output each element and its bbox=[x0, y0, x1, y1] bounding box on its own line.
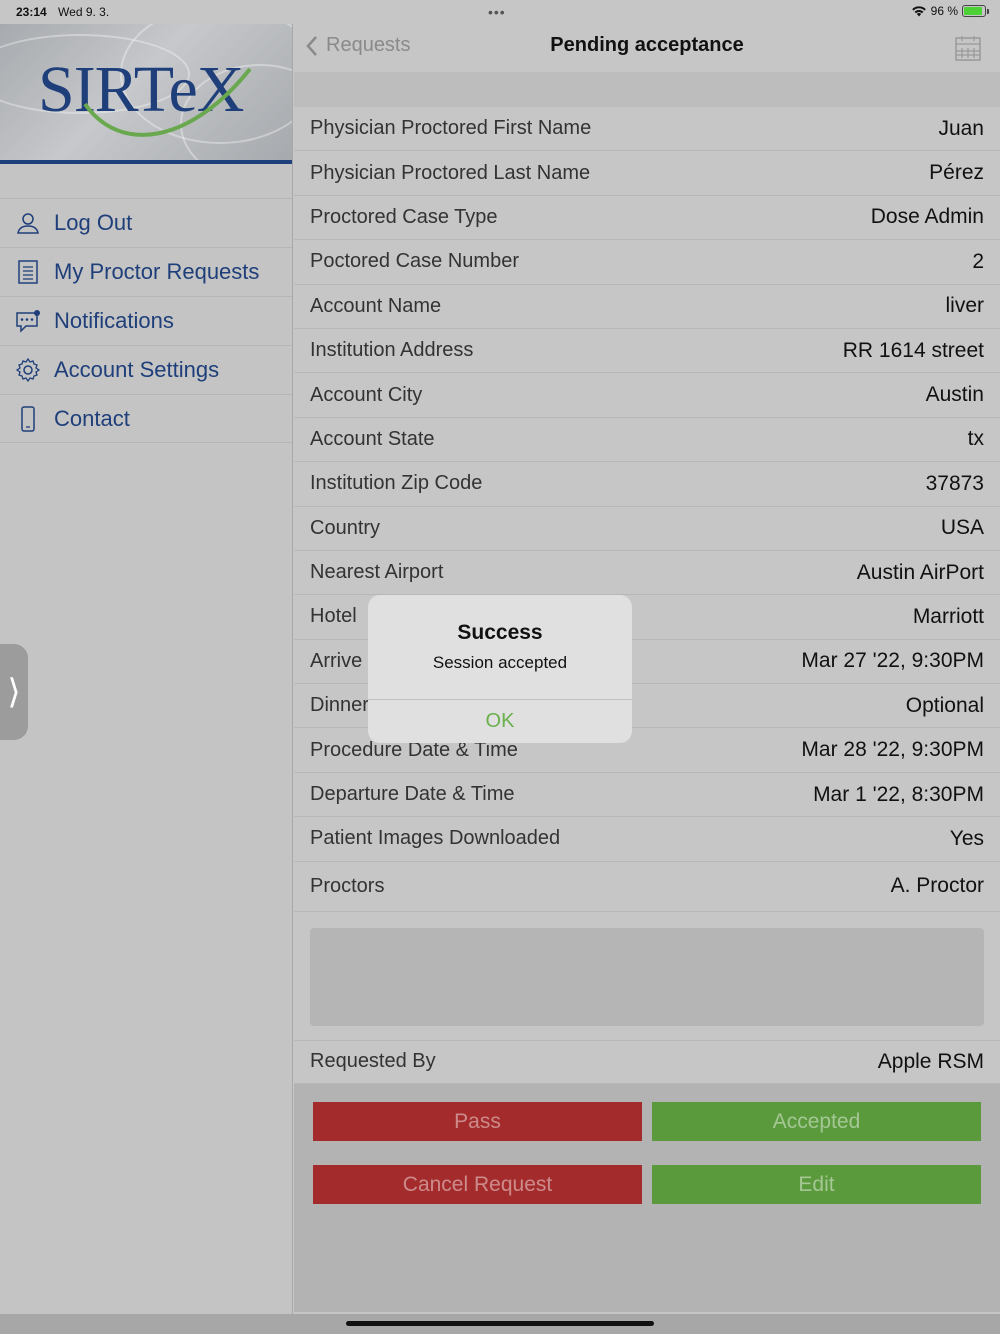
sidebar: SIRTeX Log Out My Proctor Requests Notif… bbox=[0, 24, 293, 1314]
sidebar-toggle-handle[interactable]: ⟩ bbox=[0, 644, 28, 740]
detail-row: Patient Images Downloaded Yes bbox=[294, 817, 1000, 862]
cancel-request-button[interactable]: Cancel Request bbox=[313, 1165, 642, 1205]
detail-value: tx bbox=[967, 427, 984, 451]
chevron-right-icon: ⟩ bbox=[7, 673, 21, 711]
detail-row: Account Name liver bbox=[294, 285, 1000, 329]
sidebar-item-label: My Proctor Requests bbox=[54, 259, 260, 284]
detail-value: Marriott bbox=[912, 604, 984, 628]
detail-row: Poctored Case Number 2 bbox=[294, 240, 1000, 285]
sidebar-item-label: Account Settings bbox=[54, 357, 220, 382]
chat-bubble-icon bbox=[14, 307, 42, 335]
sidebar-item-contact[interactable]: Contact bbox=[0, 394, 292, 443]
detail-label: Poctored Case Number bbox=[310, 250, 519, 273]
alert-message: Session accepted bbox=[432, 653, 568, 672]
gear-icon bbox=[14, 356, 42, 384]
detail-value: Mar 1 '22, 8:30PM bbox=[813, 782, 984, 806]
detail-label: Arrive bbox=[310, 649, 363, 672]
detail-value: 37873 bbox=[925, 471, 984, 495]
detail-label: Country bbox=[310, 516, 381, 539]
edit-button[interactable]: Edit bbox=[652, 1165, 981, 1205]
detail-row: Physician Proctored First Name Juan bbox=[294, 107, 1000, 152]
sidebar-item-label: Contact bbox=[54, 405, 130, 431]
action-buttons: Pass Accepted Cancel Request Edit bbox=[294, 1084, 1000, 1313]
detail-row: Proctors A. Proctor bbox=[294, 862, 1000, 912]
detail-row: Country USA bbox=[294, 507, 1000, 551]
home-indicator[interactable] bbox=[346, 1321, 654, 1326]
calendar-button[interactable] bbox=[954, 34, 982, 67]
detail-label: Institution Address bbox=[310, 339, 474, 362]
sidebar-item-label: Notifications bbox=[54, 308, 174, 333]
detail-label: Departure Date & Time bbox=[310, 783, 515, 806]
status-bar-left: 23:14 Wed 9. 3. bbox=[16, 5, 109, 19]
navigation-bar: Requests Pending acceptance bbox=[294, 24, 1000, 72]
section-header bbox=[294, 72, 1000, 107]
detail-label: Hotel bbox=[310, 605, 357, 628]
detail-value: Mar 27 '22, 9:30PM bbox=[801, 649, 984, 673]
detail-value: Austin AirPort bbox=[856, 560, 984, 584]
requested-by-label: Requested By bbox=[310, 1050, 436, 1073]
sidebar-item-notifications[interactable]: Notifications bbox=[0, 296, 292, 345]
wifi-icon bbox=[911, 6, 926, 17]
sidebar-item-account-settings[interactable]: Account Settings bbox=[0, 345, 292, 394]
detail-label: Dinner bbox=[310, 694, 369, 717]
notes-box[interactable] bbox=[310, 927, 984, 1026]
detail-label: Institution Zip Code bbox=[310, 472, 483, 495]
sidebar-item-my-proctor-requests[interactable]: My Proctor Requests bbox=[0, 247, 292, 296]
detail-row: Proctored Case Type Dose Admin bbox=[294, 196, 1000, 241]
detail-row: Institution Zip Code 37873 bbox=[294, 462, 1000, 507]
detail-label: Proctored Case Type bbox=[310, 205, 498, 228]
detail-value: Dose Admin bbox=[870, 205, 984, 229]
battery-icon bbox=[962, 5, 989, 17]
alert-ok-button[interactable]: OK bbox=[368, 699, 632, 743]
sidebar-item-label: Log Out bbox=[54, 210, 133, 235]
detail-value: Austin bbox=[925, 383, 984, 407]
details-list: Physician Proctored First Name Juan Physi… bbox=[294, 107, 1000, 912]
calendar-icon bbox=[955, 36, 981, 61]
battery-percent: 96 % bbox=[930, 4, 958, 18]
detail-row: Account State tx bbox=[294, 418, 1000, 463]
detail-row: Physician Proctored Last Name Pérez bbox=[294, 151, 1000, 196]
list-icon bbox=[14, 258, 42, 286]
detail-value: RR 1614 street bbox=[842, 338, 984, 362]
detail-value: Juan bbox=[938, 116, 984, 140]
detail-value: liver bbox=[945, 294, 984, 318]
sidebar-item-log-out[interactable]: Log Out bbox=[0, 198, 292, 247]
detail-label: Account State bbox=[310, 427, 435, 450]
detail-row: Nearest Airport Austin AirPort bbox=[294, 551, 1000, 596]
success-alert: Success Session accepted OK bbox=[368, 595, 632, 743]
detail-label: Proctors bbox=[310, 874, 385, 897]
sidebar-menu: Log Out My Proctor Requests Notification… bbox=[0, 198, 292, 443]
alert-title: Success bbox=[457, 621, 543, 644]
phone-icon bbox=[14, 405, 42, 433]
detail-label: Nearest Airport bbox=[310, 561, 444, 584]
detail-value: Yes bbox=[949, 826, 984, 850]
detail-label: Account Name bbox=[310, 294, 442, 317]
detail-value: 2 bbox=[972, 249, 984, 273]
detail-value: Pérez bbox=[929, 161, 984, 185]
pass-button[interactable]: Pass bbox=[313, 1102, 642, 1142]
status-date: Wed 9. 3. bbox=[58, 5, 110, 19]
accepted-button[interactable]: Accepted bbox=[652, 1102, 981, 1142]
status-time: 23:14 bbox=[16, 5, 47, 19]
page-title: Pending acceptance bbox=[550, 34, 744, 56]
detail-value: Optional bbox=[905, 693, 984, 717]
detail-label: Account City bbox=[310, 383, 423, 406]
detail-value: USA bbox=[940, 516, 984, 540]
detail-value: A. Proctor bbox=[890, 874, 984, 898]
detail-label: Patient Images Downloaded bbox=[310, 827, 561, 850]
detail-row: Institution Address RR 1614 street bbox=[294, 329, 1000, 374]
detail-value: Mar 28 '22, 9:30PM bbox=[801, 738, 984, 762]
detail-row: Departure Date & Time Mar 1 '22, 8:30PM bbox=[294, 773, 1000, 818]
requested-by-value: Apple RSM bbox=[877, 1049, 984, 1073]
detail-label: Physician Proctored First Name bbox=[310, 117, 592, 140]
detail-row: Account City Austin bbox=[294, 373, 1000, 418]
notes-section bbox=[294, 911, 1000, 1040]
logo-swoosh-icon bbox=[83, 67, 252, 137]
person-icon bbox=[14, 209, 42, 237]
detail-label: Physician Proctored Last Name bbox=[310, 161, 591, 184]
multitasking-dots-icon[interactable]: ••• bbox=[488, 4, 506, 20]
logo-banner: SIRTeX bbox=[0, 24, 292, 164]
status-bar-right: 96 % bbox=[911, 4, 989, 18]
requested-by-row: Requested By Apple RSM bbox=[294, 1039, 1000, 1085]
